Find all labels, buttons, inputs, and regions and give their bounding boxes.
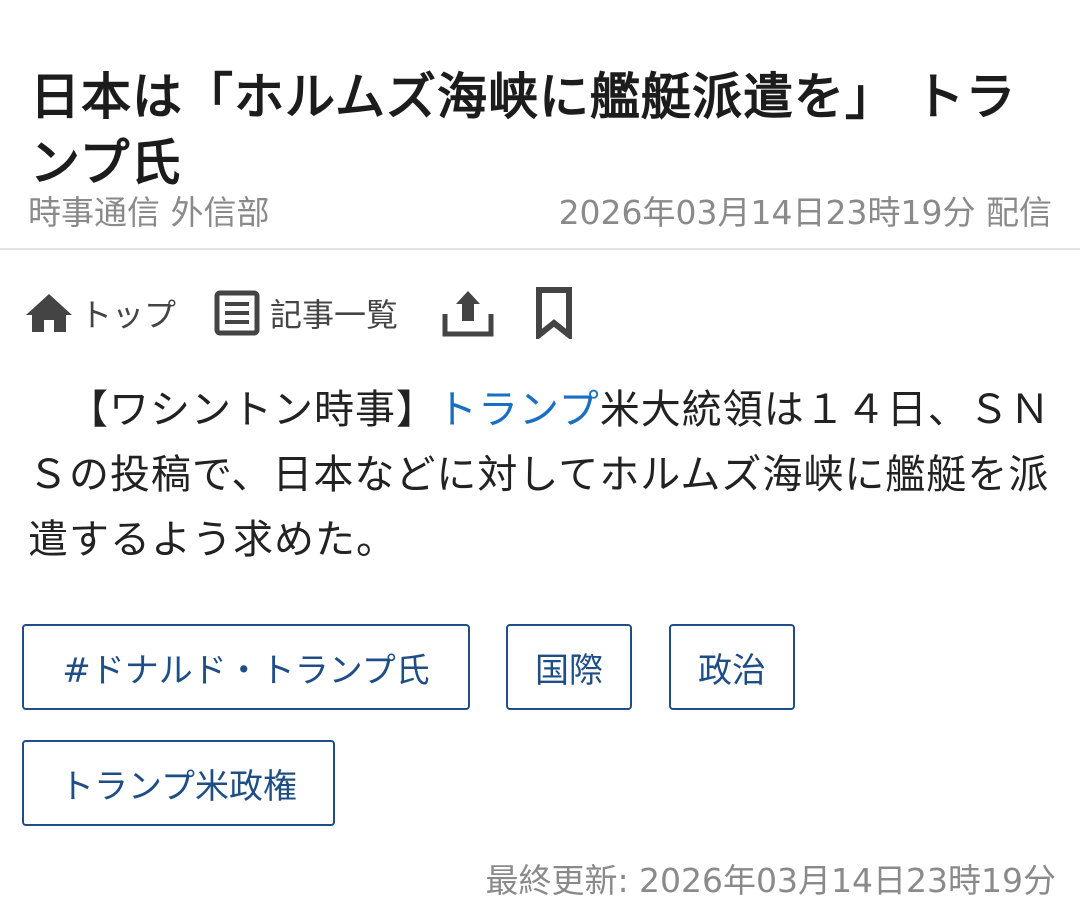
body-prefix: 【ワシントン時事】 xyxy=(68,387,437,433)
tag-label: #ドナルド・トランプ氏 xyxy=(62,650,430,691)
share-icon xyxy=(440,288,496,338)
article-list-link[interactable]: 記事一覧 xyxy=(214,283,398,343)
share-button[interactable] xyxy=(440,283,496,343)
article-body: 【ワシントン時事】トランプ米大統領は１４日、ＳＮＳの投稿で、日本などに対してホル… xyxy=(28,378,1058,573)
article-headline: 日本は「ホルムズ海峡に艦艇派遣を」 トランプ氏 xyxy=(30,67,1017,192)
article-source: 時事通信 外信部 xyxy=(28,193,270,232)
tag-politics[interactable]: 政治 xyxy=(669,624,795,710)
top-link-label: トップ xyxy=(80,296,177,334)
tag-donald-trump[interactable]: #ドナルド・トランプ氏 xyxy=(22,624,470,710)
list-icon xyxy=(214,290,260,336)
tag-label: トランプ米政権 xyxy=(60,766,297,807)
bookmark-icon xyxy=(534,287,574,339)
home-icon xyxy=(24,291,74,335)
trump-link[interactable]: トランプ xyxy=(437,387,600,433)
article-meta: 時事通信 外信部 2026年03月14日23時19分 配信 xyxy=(28,188,1052,238)
tag-label: 国際 xyxy=(535,650,603,691)
last-updated: 最終更新: 2026年03月14日23時19分 xyxy=(485,861,1056,900)
tag-trump-administration[interactable]: トランプ米政権 xyxy=(22,740,335,826)
article-list-label: 記事一覧 xyxy=(270,296,399,334)
article-toolbar: トップ 記事一覧 xyxy=(24,283,624,343)
bookmark-button[interactable] xyxy=(534,283,574,343)
tag-international[interactable]: 国際 xyxy=(506,624,632,710)
published-date: 2026年03月14日23時19分 配信 xyxy=(558,193,1052,232)
top-link[interactable]: トップ xyxy=(24,283,176,343)
divider xyxy=(0,248,1080,250)
tag-label: 政治 xyxy=(698,650,766,691)
